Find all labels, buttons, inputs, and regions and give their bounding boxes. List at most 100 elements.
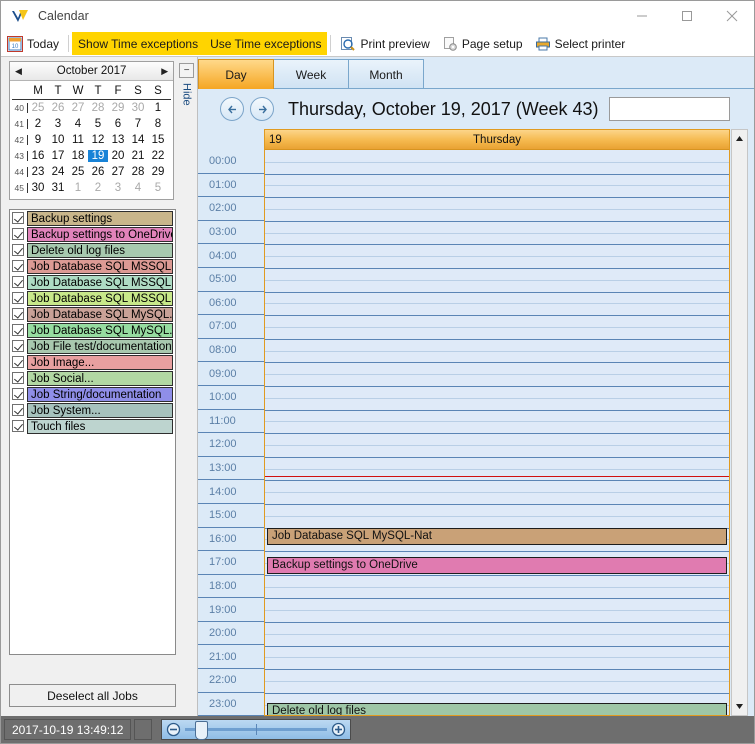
zoom-slider[interactable] xyxy=(161,719,352,740)
job-checkbox[interactable] xyxy=(12,420,24,432)
appointment-block[interactable]: Job Database SQL MySQL-Nat xyxy=(267,527,727,545)
collapse-button[interactable]: − xyxy=(179,63,195,78)
job-list-item[interactable]: Backup settings xyxy=(10,210,175,226)
minicalendar-day[interactable]: 9 xyxy=(28,134,48,146)
job-checkbox[interactable] xyxy=(12,388,24,400)
close-button[interactable] xyxy=(709,1,754,31)
job-checkbox[interactable] xyxy=(12,244,24,256)
minicalendar-day[interactable]: 10 xyxy=(48,134,68,146)
minicalendar-day[interactable]: 29 xyxy=(108,102,128,114)
minicalendar-day[interactable]: 11 xyxy=(68,134,88,146)
job-checkbox[interactable] xyxy=(12,324,24,336)
zoom-out-icon[interactable] xyxy=(166,722,181,737)
minicalendar-day[interactable]: 1 xyxy=(148,102,168,114)
tab-week[interactable]: Week xyxy=(273,59,349,89)
job-list-item[interactable]: Backup settings to OneDrive xyxy=(10,226,175,242)
minicalendar-day[interactable]: 26 xyxy=(48,102,68,114)
minicalendar-day[interactable]: 12 xyxy=(88,134,108,146)
use-time-exceptions-button[interactable]: Use Time exceptions xyxy=(204,32,328,55)
show-time-exceptions-button[interactable]: Show Time exceptions xyxy=(72,32,205,55)
minicalendar-day[interactable]: 21 xyxy=(128,150,148,162)
minimize-button[interactable] xyxy=(619,1,664,31)
select-printer-button[interactable]: Select printer xyxy=(529,32,632,55)
arrow-left-icon[interactable] xyxy=(220,97,244,121)
minicalendar-day[interactable]: 15 xyxy=(148,134,168,146)
minicalendar-day[interactable]: 18 xyxy=(68,150,88,162)
minicalendar-day[interactable]: 23 xyxy=(28,166,48,178)
job-checkbox[interactable] xyxy=(12,292,24,304)
scroll-up-icon[interactable] xyxy=(732,130,747,147)
minicalendar-day[interactable]: 28 xyxy=(88,102,108,114)
minicalendar-day[interactable]: 5 xyxy=(148,182,168,194)
day-column[interactable]: 19 Thursday Job Database SQL MySQL-Nat Ba… xyxy=(264,129,730,716)
minicalendar-day[interactable]: 2 xyxy=(88,182,108,194)
job-list-item[interactable]: Job File test/documentation xyxy=(10,338,175,354)
minicalendar-day[interactable]: 8 xyxy=(148,118,168,130)
job-checkbox[interactable] xyxy=(12,372,24,384)
job-list-item[interactable]: Job Database SQL MSSQL... xyxy=(10,258,175,274)
job-checkbox[interactable] xyxy=(12,276,24,288)
maximize-button[interactable] xyxy=(664,1,709,31)
job-checkbox[interactable] xyxy=(12,212,24,224)
minicalendar-day[interactable]: 22 xyxy=(148,150,168,162)
job-list-item[interactable]: Job Social... xyxy=(10,370,175,386)
job-checkbox[interactable] xyxy=(12,356,24,368)
job-list-item[interactable]: Job Database SQL MSSQL... xyxy=(10,290,175,306)
job-list-item[interactable]: Touch files xyxy=(10,418,175,434)
minicalendar-day[interactable]: 29 xyxy=(148,166,168,178)
mini-calendar[interactable]: ◀ October 2017 ▶ M T W T F S S 40 25 26 27 28 29 30 1 4… xyxy=(9,61,175,200)
print-preview-button[interactable]: Print preview xyxy=(334,32,435,55)
job-list-item[interactable]: Job Database SQL MySQL... xyxy=(10,306,175,322)
today-button[interactable]: 10 Today xyxy=(1,32,65,55)
minicalendar-day[interactable]: 20 xyxy=(108,150,128,162)
job-checkbox[interactable] xyxy=(12,404,24,416)
vertical-scrollbar[interactable] xyxy=(731,129,748,716)
deselect-all-jobs-button[interactable]: Deselect all Jobs xyxy=(9,684,176,707)
minicalendar-day[interactable]: 30 xyxy=(28,182,48,194)
minicalendar-day[interactable]: 3 xyxy=(48,118,68,130)
search-input[interactable] xyxy=(608,97,730,121)
appointment-block[interactable]: Backup settings to OneDrive xyxy=(267,557,727,575)
job-list[interactable]: Backup settings Backup settings to OneDri… xyxy=(9,209,176,655)
minicalendar-day[interactable]: 3 xyxy=(108,182,128,194)
minicalendar-day[interactable]: 25 xyxy=(28,102,48,114)
minicalendar-day[interactable]: 16 xyxy=(28,150,48,162)
job-checkbox[interactable] xyxy=(12,340,24,352)
job-checkbox[interactable] xyxy=(12,260,24,272)
minicalendar-day[interactable]: 5 xyxy=(88,118,108,130)
minicalendar-day[interactable]: 1 xyxy=(68,182,88,194)
minicalendar-day[interactable]: 27 xyxy=(108,166,128,178)
zoom-in-icon[interactable] xyxy=(331,722,346,737)
minicalendar-day[interactable]: 6 xyxy=(108,118,128,130)
job-list-item[interactable]: Job Database SQL MSSQL... xyxy=(10,274,175,290)
right-triangle-icon[interactable]: ▶ xyxy=(161,66,168,77)
arrow-right-icon[interactable] xyxy=(250,97,274,121)
minicalendar-day[interactable]: 26 xyxy=(88,166,108,178)
minicalendar-day[interactable]: 4 xyxy=(68,118,88,130)
minicalendar-selected-day[interactable]: 19 xyxy=(88,150,108,162)
minicalendar-day[interactable]: 30 xyxy=(128,102,148,114)
appointment-block[interactable]: Delete old log files xyxy=(267,703,727,715)
job-checkbox[interactable] xyxy=(12,228,24,240)
minicalendar-day[interactable]: 13 xyxy=(108,134,128,146)
minicalendar-grid[interactable]: M T W T F S S 40 25 26 27 28 29 30 1 41 2 3 4 5 6 7 8 42 9 10 11 12… xyxy=(10,81,173,199)
job-list-item[interactable]: Delete old log files xyxy=(10,242,175,258)
view-tabs[interactable]: Day Week Month xyxy=(198,57,754,89)
minicalendar-day[interactable]: 17 xyxy=(48,150,68,162)
job-list-item[interactable]: Job System... xyxy=(10,402,175,418)
job-checkbox[interactable] xyxy=(12,308,24,320)
minicalendar-day[interactable]: 28 xyxy=(128,166,148,178)
scrollbar-track[interactable] xyxy=(732,147,747,698)
day-body[interactable]: Job Database SQL MySQL-Nat Backup setting… xyxy=(265,150,729,715)
job-list-item[interactable]: Job String/documentation xyxy=(10,386,175,402)
tab-day[interactable]: Day xyxy=(198,59,274,89)
minicalendar-day[interactable]: 31 xyxy=(48,182,68,194)
minicalendar-day[interactable]: 24 xyxy=(48,166,68,178)
minicalendar-day[interactable]: 25 xyxy=(68,166,88,178)
minicalendar-day[interactable]: 27 xyxy=(68,102,88,114)
tab-month[interactable]: Month xyxy=(348,59,424,89)
zoom-track[interactable] xyxy=(185,721,328,740)
zoom-handle[interactable] xyxy=(195,721,209,740)
job-list-item[interactable]: Job Database SQL MySQL... xyxy=(10,322,175,338)
minicalendar-day[interactable]: 2 xyxy=(28,118,48,130)
